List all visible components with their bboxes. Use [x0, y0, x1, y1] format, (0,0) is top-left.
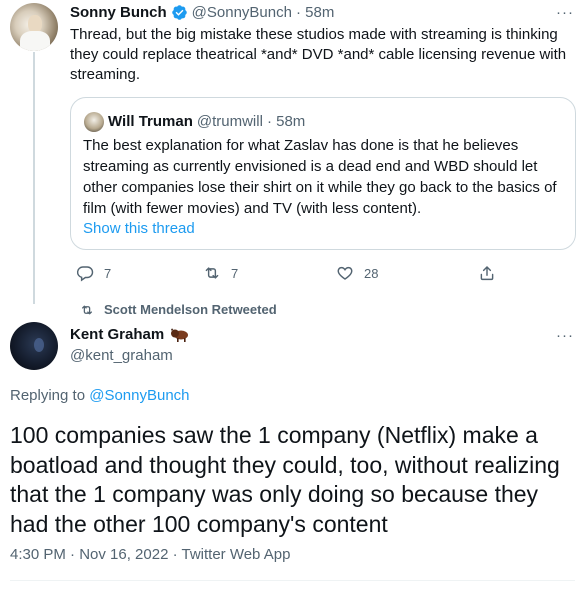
retweeted-by-label[interactable]: Scott Mendelson Retweeted — [80, 302, 277, 317]
heart-icon — [337, 266, 353, 280]
avatar-sonny-bunch[interactable] — [10, 3, 58, 51]
quote-author-name: Will Truman — [108, 113, 193, 130]
author-name[interactable]: Sonny Bunch — [70, 4, 167, 21]
tweet2-header: Kent Graham — [70, 326, 190, 343]
avatar-shirt — [20, 31, 50, 51]
retweet-small-icon — [81, 305, 93, 314]
verified-badge-icon — [171, 5, 187, 20]
quote-text: The best explanation for what Zaslav has… — [83, 137, 557, 217]
author-handle[interactable]: @SonnyBunch — [192, 4, 292, 21]
replying-to-link[interactable]: @SonnyBunch — [89, 387, 189, 404]
like-count: 28 — [364, 265, 379, 281]
avatar-glow — [34, 338, 44, 352]
reply-button[interactable]: 7 — [76, 264, 111, 282]
author-handle[interactable]: @kent_graham — [70, 347, 173, 364]
reply-count: 7 — [104, 265, 112, 281]
bison-emoji-icon — [171, 328, 189, 342]
retweeted-by-text: Scott Mendelson Retweeted — [104, 302, 277, 317]
like-button[interactable]: 28 — [336, 264, 378, 282]
more-options-icon[interactable]: ··· — [556, 4, 574, 21]
quote-author-handle: @trumwill — [196, 113, 263, 130]
reply-icon — [76, 266, 94, 282]
show-thread-link[interactable]: Show this thread — [83, 220, 195, 237]
avatar-kent-graham[interactable] — [10, 322, 58, 370]
replying-to-line: Replying to @SonnyBunch — [10, 387, 190, 404]
tweet-text: Thread, but the big mistake these studio… — [70, 26, 567, 83]
replying-prefix: Replying to — [10, 387, 86, 404]
share-button[interactable] — [478, 264, 496, 282]
tweet1-header: Sonny Bunch @SonnyBunch · 58m — [70, 4, 334, 21]
quote-time: · 58m — [266, 113, 306, 130]
divider — [10, 580, 575, 581]
more-options-icon[interactable]: ··· — [556, 327, 574, 344]
tweet-time[interactable]: · 58m — [296, 4, 334, 21]
quote-header: Will Truman @trumwill · 58m — [108, 113, 305, 130]
tweet-actions-bar: 7 7 28 — [0, 262, 585, 284]
share-icon — [480, 266, 494, 281]
retweet-button[interactable]: 7 — [203, 264, 238, 282]
author-name[interactable]: Kent Graham — [70, 326, 164, 343]
retweet-icon — [205, 267, 219, 279]
avatar-will-truman — [84, 112, 104, 132]
tweet-text: 100 companies saw the 1 company (Netflix… — [10, 422, 560, 537]
tweet-timestamp[interactable]: 4:30 PM · Nov 16, 2022 · Twitter Web App — [10, 546, 290, 563]
retweet-count: 7 — [231, 265, 239, 281]
